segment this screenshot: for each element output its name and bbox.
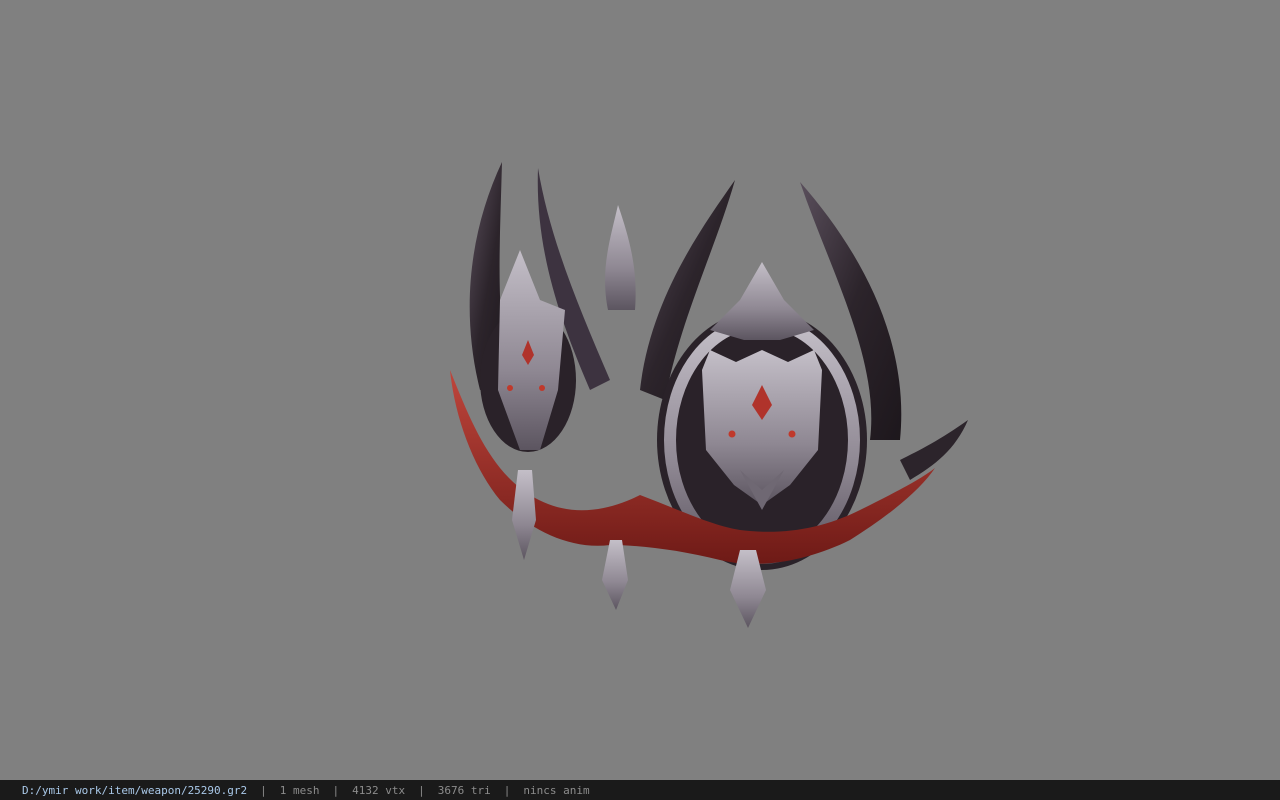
weapon-model-render [450, 162, 968, 628]
animation-status-label: nincs anim [523, 783, 590, 797]
triangle-count-label: 3676 tri [437, 783, 491, 797]
status-bar: D:/ymir work/item/weapon/25290.gr2 | 1 m… [0, 780, 1280, 800]
vertex-count-label: 4132 vtx [352, 783, 406, 797]
file-path-label: D:/ymir work/item/weapon/25290.gr2 [22, 783, 248, 797]
status-separator: | [503, 783, 511, 797]
mesh-count-label: 1 mesh [279, 783, 320, 797]
status-separator: | [260, 783, 267, 797]
status-separator: | [332, 783, 340, 797]
3d-viewport[interactable] [0, 0, 1280, 780]
status-separator: | [418, 783, 425, 797]
